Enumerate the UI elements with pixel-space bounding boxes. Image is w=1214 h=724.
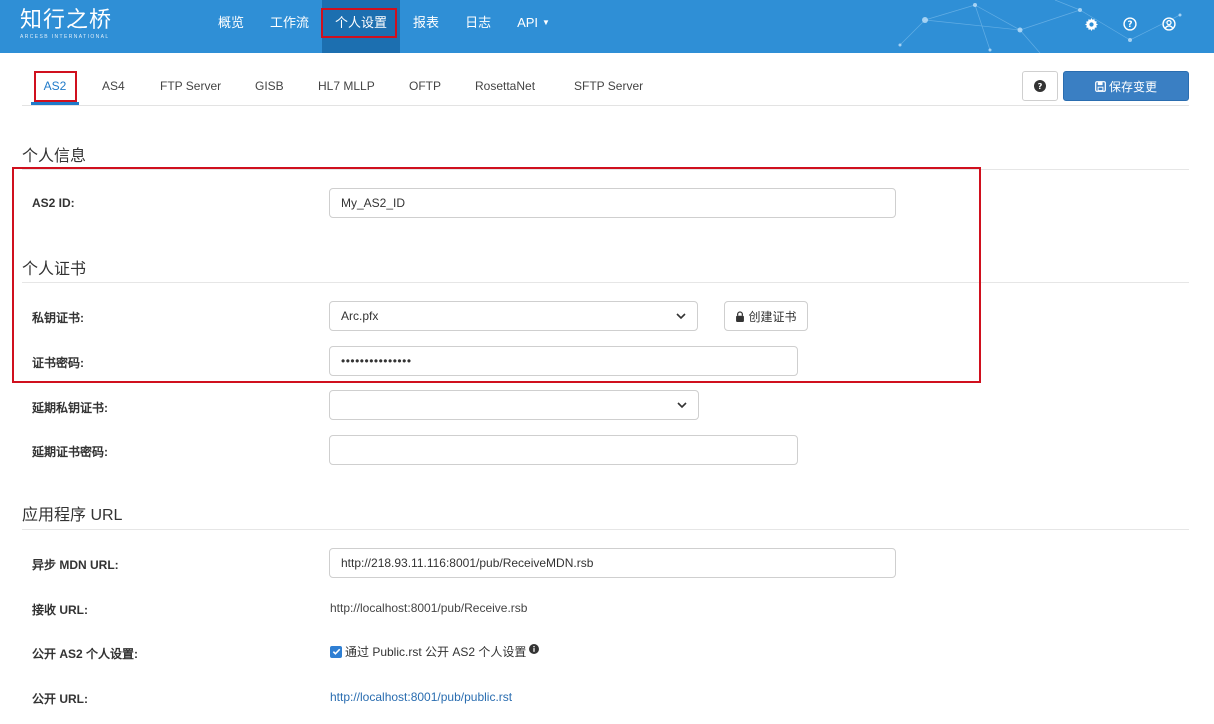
tab-gisb[interactable]: GISB	[255, 71, 284, 105]
svg-text:?: ?	[1127, 20, 1132, 30]
public-settings-checkbox-label: 通过 Public.rst 公开 AS2 个人设置	[345, 645, 527, 659]
annotation-highlight-tab	[34, 71, 77, 102]
tab-oftp[interactable]: OFTP	[409, 71, 441, 105]
tab-rosettanet[interactable]: RosettaNet	[475, 71, 535, 105]
user-circle-icon[interactable]	[1158, 13, 1180, 35]
receive-url-label: 接收 URL:	[32, 603, 88, 617]
section-divider	[22, 529, 1189, 530]
nav-item-label: 日志	[465, 15, 492, 30]
annotation-highlight-form	[12, 167, 981, 383]
tab-as4[interactable]: AS4	[102, 71, 125, 105]
tab-ftp-server[interactable]: FTP Server	[160, 71, 221, 105]
tab-label: OFTP	[409, 79, 441, 93]
tab-label: RosettaNet	[475, 79, 536, 93]
save-icon	[1095, 80, 1106, 92]
deferred-cert-select[interactable]	[329, 390, 699, 420]
deferred-cert-label: 延期私钥证书:	[32, 401, 108, 415]
tab-hl7-mllp[interactable]: HL7 MLLP	[318, 71, 375, 105]
help-button[interactable]: ?	[1022, 71, 1058, 101]
nav-item-label: 工作流	[270, 15, 310, 30]
nav-item-reports[interactable]: 报表	[400, 0, 452, 53]
public-settings-label: 公开 AS2 个人设置:	[32, 647, 139, 661]
nav-item-overview[interactable]: 概览	[205, 0, 257, 53]
deferred-password-label: 延期证书密码:	[32, 445, 108, 459]
logo-subtext: ARCESB INTERNATIONAL	[20, 34, 110, 40]
nav-item-workflow[interactable]: 工作流	[257, 0, 322, 53]
checkmark-icon	[332, 648, 340, 655]
receive-url-value: http://localhost:8001/pub/Receive.rsb	[330, 601, 528, 615]
nav-item-label: 概览	[218, 15, 245, 30]
nav-item-api[interactable]: API ▼	[504, 0, 563, 53]
nav-item-label: 报表	[413, 15, 440, 30]
public-settings-checkbox[interactable]	[330, 645, 342, 658]
tab-label: HL7 MLLP	[318, 79, 375, 93]
tab-label: GISB	[255, 79, 284, 93]
logo-text: 知行之桥	[20, 8, 113, 33]
nav-item-label: API	[517, 15, 539, 30]
public-settings-checkbox-row: 通过 Public.rst 公开 AS2 个人设置	[330, 643, 540, 660]
top-navbar: 知行之桥 ARCESB INTERNATIONAL 概览 工作流 个人设置 报表…	[0, 0, 1214, 53]
public-url-link[interactable]: http://localhost:8001/pub/public.rst	[330, 690, 512, 704]
public-url-label: 公开 URL:	[32, 692, 88, 706]
tab-sftp-server[interactable]: SFTP Server	[574, 71, 643, 105]
top-icon-group: ?	[1080, 13, 1180, 35]
app-logo[interactable]: 知行之桥 ARCESB INTERNATIONAL	[20, 8, 112, 41]
annotation-highlight-nav	[321, 8, 397, 38]
question-circle-icon[interactable]: ?	[1119, 13, 1141, 35]
deferred-password-input[interactable]	[329, 435, 798, 465]
save-changes-button[interactable]: 保存变更	[1063, 71, 1189, 101]
async-mdn-url-label: 异步 MDN URL:	[32, 558, 119, 572]
svg-text:?: ?	[1038, 81, 1043, 91]
info-circle-icon[interactable]	[529, 643, 540, 654]
gear-icon[interactable]	[1080, 13, 1102, 35]
tab-label: SFTP Server	[574, 79, 644, 93]
tab-label: AS4	[102, 79, 125, 93]
protocol-tabs: AS2 AS4 FTP Server GISB HL7 MLLP OFTP Ro…	[22, 71, 1189, 106]
caret-down-icon: ▼	[542, 18, 550, 27]
tab-label: FTP Server	[160, 79, 222, 93]
nav-item-logs[interactable]: 日志	[452, 0, 504, 53]
section-title-app-url: 应用程序 URL	[22, 507, 123, 524]
section-title-personal-info: 个人信息	[22, 148, 87, 165]
async-mdn-url-input[interactable]: http://218.93.11.116:8001/pub/ReceiveMDN…	[329, 548, 896, 578]
question-circle-icon: ?	[1034, 80, 1046, 92]
chevron-down-icon	[677, 402, 687, 409]
save-button-label: 保存变更	[1108, 79, 1157, 94]
